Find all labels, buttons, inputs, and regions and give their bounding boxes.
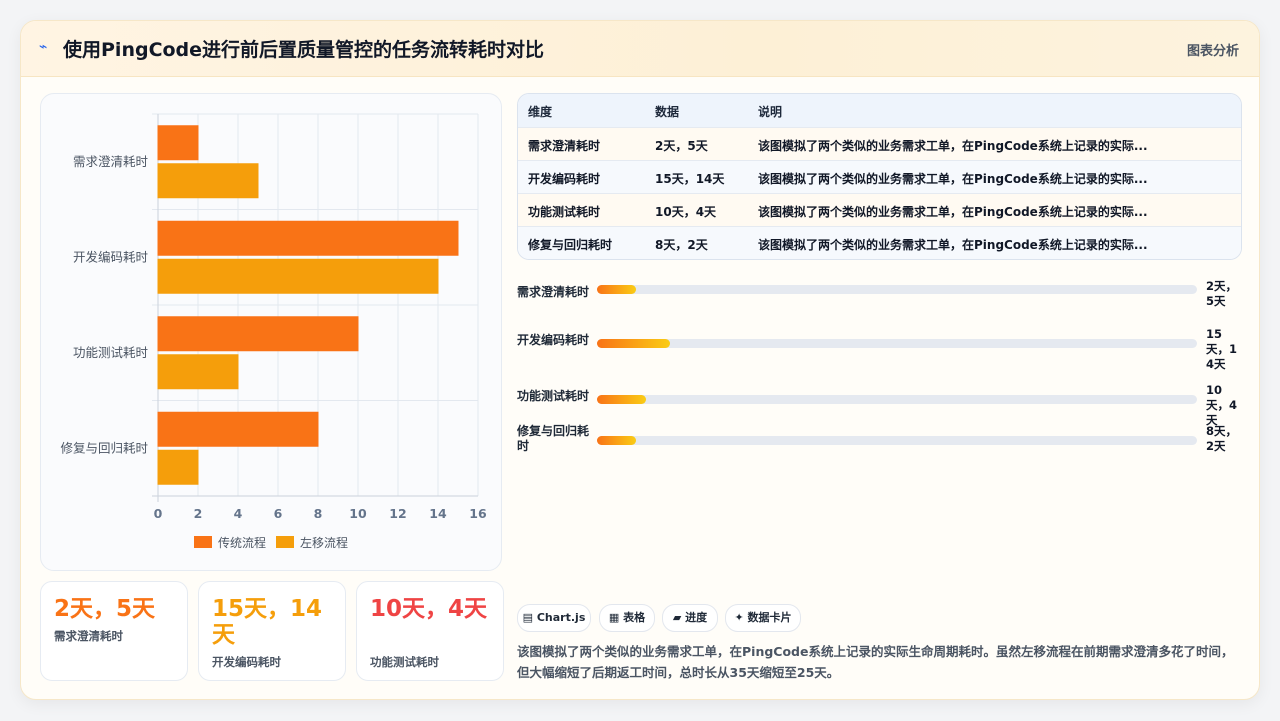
progress-fill (597, 339, 671, 348)
progress-value: 15天，14天 (1206, 327, 1238, 371)
progress-label: 开发编码耗时 (517, 333, 590, 347)
bar-traditional (157, 125, 199, 161)
x-tick-label: 8 (314, 506, 323, 521)
page-title: 使用PingCode进行前后置质量管控的任务流转耗时对比 (63, 39, 545, 61)
table-cell: 该图模拟了两个类似的业务需求工单，在PingCode系统上记录的实际... (758, 238, 1148, 252)
stat-value: 2天，5天 (54, 596, 156, 622)
legend-swatch (276, 536, 294, 548)
table-icon: ▦ (608, 611, 620, 624)
y-tick-label: 需求澄清耗时 (73, 154, 149, 169)
bar-traditional (157, 411, 319, 447)
stat-card: 2天，5天需求澄清耗时 (40, 581, 188, 681)
stat-card: 15天，14天开发编码耗时 (198, 581, 346, 681)
progress-value: 8天，2天 (1206, 424, 1238, 453)
legend-label: 左移流程 (300, 535, 348, 550)
table-row: 开发编码耗时 15天，14天 该图模拟了两个类似的业务需求工单，在PingCode系… (518, 160, 1241, 194)
table-cell: 10天，4天 (655, 205, 717, 219)
y-tick-label: 修复与回归耗时 (60, 440, 148, 455)
progress-track (597, 339, 1197, 348)
stat-label: 开发编码耗时 (212, 655, 281, 669)
report-card: ⌁ 使用PingCode进行前后置质量管控的任务流转耗时对比 图表分析 需求澄清… (20, 20, 1260, 700)
tab-data-cards[interactable]: ✦ 数据卡片 (725, 604, 801, 632)
tab-label: Chart.js (536, 611, 586, 624)
tab-progress[interactable]: ▰ 进度 (662, 604, 718, 632)
legend-swatch (194, 536, 212, 548)
bar-traditional (157, 316, 359, 352)
stat-value: 15天，14天 (212, 596, 323, 648)
sparkle-icon: ✦ (734, 611, 744, 624)
bar-traditional (157, 220, 459, 256)
bar-chart: 需求澄清耗时开发编码耗时功能测试耗时修复与回归耗时 0 2 4 6 8 10 12 14 16 传统… (60, 113, 487, 550)
x-tick-label: 4 (234, 506, 243, 521)
bar-shift-left (157, 163, 259, 199)
stat-label: 需求澄清耗时 (54, 629, 123, 643)
progress-fill (597, 436, 636, 445)
progress-label: 修复与回归耗时 (517, 424, 590, 453)
stat-value: 10天，4天 (370, 596, 488, 622)
table-row: 修复与回归耗时 8天，2天 该图模拟了两个类似的业务需求工单，在PingCode系统… (518, 226, 1241, 259)
chart-description: 该图模拟了两个类似的业务需求工单，在PingCode系统上记录的实际生命周期耗时… (517, 644, 1234, 680)
table-cell: 2天，5天 (655, 139, 708, 153)
bar-shift-left (157, 354, 239, 390)
x-tick-label: 14 (429, 506, 447, 521)
x-tick-label: 16 (469, 506, 487, 521)
table-header-dimension: 维度 (528, 105, 553, 119)
bar-shift-left (157, 449, 199, 485)
chart-logo-icon: ⌁ (39, 39, 48, 55)
x-tick-label: 12 (389, 506, 406, 521)
header: ⌁ 使用PingCode进行前后置质量管控的任务流转耗时对比 图表分析 (21, 21, 1259, 77)
table-cell: 功能测试耗时 (528, 205, 601, 219)
x-tick-label: 10 (349, 506, 367, 521)
progress-track (597, 436, 1197, 445)
table-cell: 开发编码耗时 (528, 172, 601, 186)
bar-shift-left (157, 258, 439, 294)
data-table: 维度 数据 说明 需求澄清耗时 2天，5天 该图模拟了两个类似的业务需求工单，在Pi… (517, 93, 1242, 260)
progress-label: 需求澄清耗时 (517, 285, 590, 299)
legend-label: 传统流程 (218, 535, 266, 550)
tab-label: 表格 (623, 611, 646, 624)
x-tick-label: 6 (274, 506, 283, 521)
table-row: 需求澄清耗时 2天，5天 该图模拟了两个类似的业务需求工单，在PingCode系统上… (518, 127, 1241, 161)
tab-table[interactable]: ▦ 表格 (599, 604, 655, 632)
y-tick-label: 功能测试耗时 (73, 345, 149, 360)
x-tick-label: 2 (194, 506, 203, 521)
stat-label: 功能测试耗时 (370, 655, 439, 669)
x-tick-label: 0 (154, 506, 163, 521)
table-header-note: 说明 (758, 105, 783, 119)
progress-value: 2天，5天 (1206, 279, 1238, 308)
progress-icon: ▰ (672, 611, 682, 624)
chart-icon: ▤ (522, 611, 534, 624)
progress-fill (597, 395, 647, 404)
progress-value: 10天，4天 (1206, 383, 1238, 427)
tab-label: 进度 (685, 611, 708, 624)
table-cell: 该图模拟了两个类似的业务需求工单，在PingCode系统上记录的实际... (758, 205, 1148, 219)
progress-fill (597, 285, 636, 294)
table-header-data: 数据 (655, 105, 680, 119)
progress-track (597, 395, 1197, 404)
progress-track (597, 285, 1197, 294)
tab-chartjs[interactable]: ▤ Chart.js (517, 604, 591, 632)
table-cell: 该图模拟了两个类似的业务需求工单，在PingCode系统上记录的实际... (758, 172, 1148, 186)
section-tag: 图表分析 (1186, 44, 1239, 59)
stat-card: 10天，4天功能测试耗时 (356, 581, 504, 681)
table-cell: 该图模拟了两个类似的业务需求工单，在PingCode系统上记录的实际... (758, 139, 1148, 153)
table-header-row: 维度 数据 说明 (518, 94, 1241, 127)
table-row: 功能测试耗时 10天，4天 该图模拟了两个类似的业务需求工单，在PingCode系统… (518, 193, 1241, 227)
table-cell: 修复与回归耗时 (528, 238, 613, 252)
table-cell: 15天，14天 (655, 172, 725, 186)
tab-label: 数据卡片 (747, 611, 792, 624)
table-cell: 8天，2天 (655, 238, 708, 252)
progress-label: 功能测试耗时 (517, 389, 590, 403)
y-tick-label: 开发编码耗时 (73, 249, 149, 264)
chart-panel: 需求澄清耗时 开发编码耗时 功能测试耗时修复与回归耗时 0 2 4 6 8 10 12 14 16 传统… (40, 93, 502, 571)
table-cell: 需求澄清耗时 (528, 139, 601, 153)
